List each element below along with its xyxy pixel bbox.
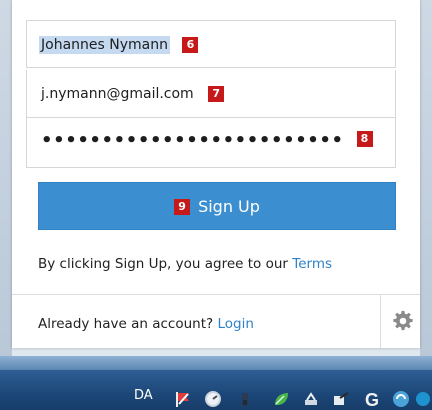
window-bottom-edge (0, 356, 432, 370)
network-icon[interactable] (302, 390, 320, 408)
gear-icon[interactable] (392, 310, 414, 332)
share-icon[interactable] (332, 390, 350, 408)
email-value: j.nymann@gmail.com (41, 86, 194, 102)
login-prompt-text: Already have an account? (38, 316, 218, 332)
email-field[interactable]: j.nymann@gmail.com 7 (26, 70, 396, 118)
password-badge: 8 (356, 131, 373, 147)
svg-text:G: G (365, 390, 379, 408)
window-frame-right (420, 0, 432, 360)
terms-link[interactable]: Terms (292, 256, 332, 272)
name-field[interactable]: Johannes Nymann 6 (26, 20, 396, 68)
window-frame-left (0, 0, 12, 360)
flag-icon[interactable] (174, 390, 192, 408)
language-indicator[interactable]: DA (134, 388, 153, 403)
g-icon[interactable]: G (364, 390, 382, 408)
login-link[interactable]: Login (217, 316, 253, 332)
leaf-icon[interactable] (272, 390, 290, 408)
tray-more-icon[interactable] (414, 390, 432, 408)
terms-prefix: By clicking Sign Up, you agree to our (38, 256, 293, 272)
name-value: Johannes Nymann (39, 36, 170, 54)
password-field[interactable]: ••••••••••••••••••••••••• 8 (26, 118, 396, 168)
taskbar: DA G (0, 370, 432, 410)
globe-icon[interactable] (392, 390, 410, 408)
footer-divider (12, 294, 420, 295)
name-badge: 6 (182, 37, 199, 53)
sign-up-badge: 9 (174, 198, 191, 215)
password-value: ••••••••••••••••••••••••• (41, 130, 344, 151)
terms-text: By clicking Sign Up, you agree to our Te… (38, 256, 332, 272)
email-badge: 7 (208, 86, 225, 102)
battery-icon[interactable] (236, 390, 254, 408)
gauge-icon[interactable] (204, 390, 222, 408)
sign-up-label: Sign Up (198, 197, 260, 216)
footer-separator (380, 295, 381, 348)
login-prompt: Already have an account? Login (38, 316, 254, 332)
sign-up-button[interactable]: 9 Sign Up (38, 182, 396, 230)
